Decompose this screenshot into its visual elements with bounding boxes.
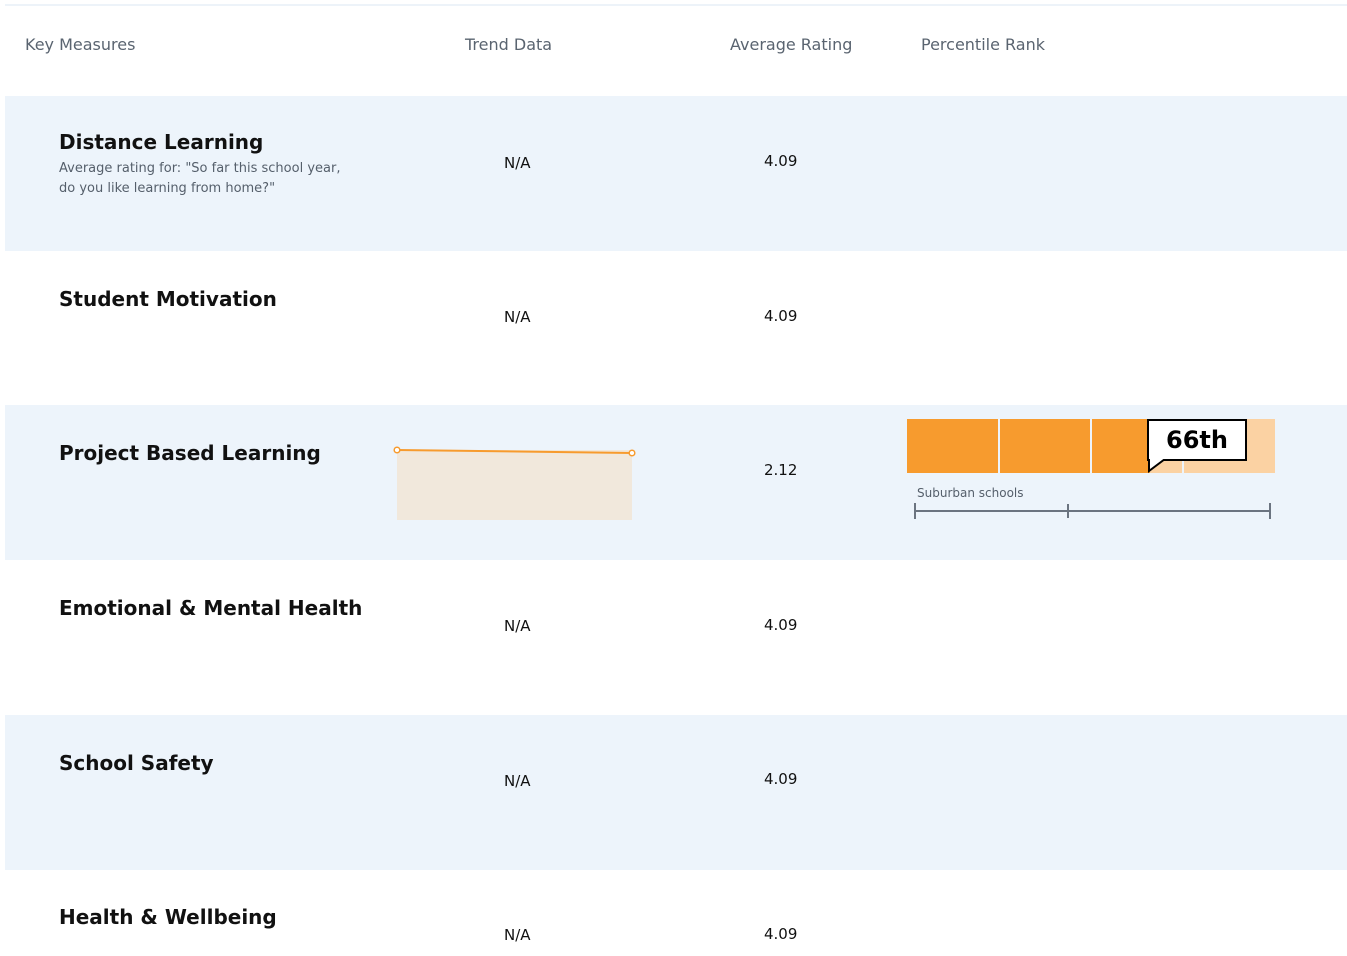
comparison-group-label: Suburban schools <box>917 486 1024 500</box>
key-measures-table: Key Measures Trend Data Average Rating P… <box>0 0 1347 956</box>
trend-value: N/A <box>504 308 531 326</box>
measure-row-health-wellbeing[interactable]: Health & Wellbeing N/A 4.09 <box>5 869 1347 956</box>
average-rating-value: 4.09 <box>764 770 798 788</box>
percentile-callout: 66th <box>1147 419 1247 461</box>
measure-row-distance-learning[interactable]: Distance Learning Average rating for: "S… <box>5 96 1347 251</box>
measure-title[interactable]: Emotional & Mental Health <box>59 596 362 620</box>
trend-point-end[interactable] <box>628 449 636 457</box>
average-rating-value: 2.12 <box>764 461 798 479</box>
measure-title[interactable]: Distance Learning <box>59 130 263 154</box>
trend-value: N/A <box>504 154 531 172</box>
header-key-measures: Key Measures <box>25 35 136 54</box>
trend-value: N/A <box>504 926 531 944</box>
measure-row-emotional-mental-health[interactable]: Emotional & Mental Health N/A 4.09 <box>5 560 1347 715</box>
measure-row-student-motivation[interactable]: Student Motivation N/A 4.09 <box>5 251 1347 406</box>
trend-area <box>397 450 632 520</box>
trend-sparkline[interactable] <box>391 441 641 523</box>
header-percentile-rank: Percentile Rank <box>921 35 1045 54</box>
measure-title[interactable]: Student Motivation <box>59 287 277 311</box>
average-rating-value: 4.09 <box>764 307 798 325</box>
measure-description: Average rating for: "So far this school … <box>59 161 341 196</box>
percentile-segment-2 <box>1000 419 1090 473</box>
measure-title[interactable]: Health & Wellbeing <box>59 905 277 929</box>
callout-pointer <box>1148 459 1166 473</box>
header-average-rating: Average Rating <box>730 35 853 54</box>
trend-value: N/A <box>504 772 531 790</box>
trend-value: N/A <box>504 617 531 635</box>
top-divider <box>5 4 1347 6</box>
header-trend-data: Trend Data <box>465 35 553 54</box>
percentile-segment-1 <box>907 419 998 473</box>
average-rating-value: 4.09 <box>764 925 798 943</box>
average-rating-value: 4.09 <box>764 616 798 634</box>
trend-point-start[interactable] <box>393 446 401 454</box>
measure-title[interactable]: School Safety <box>59 751 214 775</box>
measure-row-project-based-learning[interactable]: Project Based Learning 2.12 66th Suburba… <box>5 405 1347 560</box>
measure-row-school-safety[interactable]: School Safety N/A 4.09 <box>5 715 1347 870</box>
percentile-scale <box>914 503 1271 519</box>
measure-title[interactable]: Project Based Learning <box>59 441 321 465</box>
average-rating-value: 4.09 <box>764 152 798 170</box>
